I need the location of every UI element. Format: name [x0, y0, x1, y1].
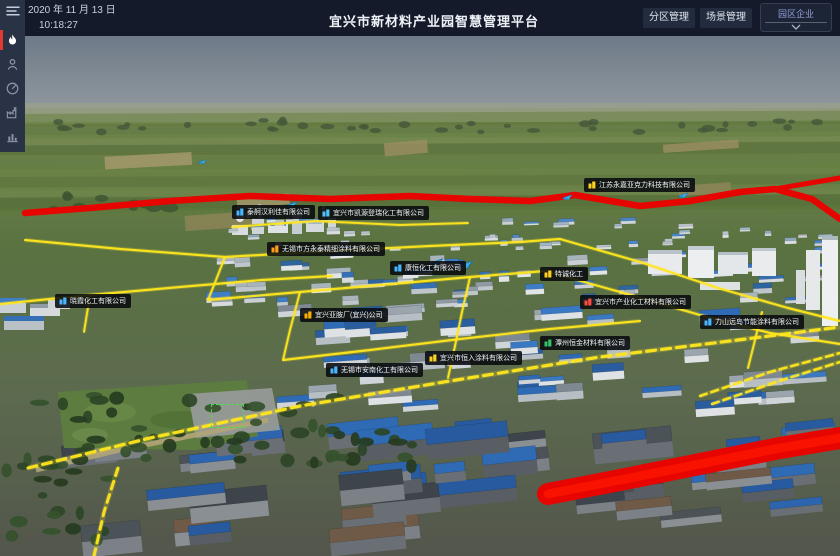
page-title: 宜兴市新材料产业园智慧管理平台 [329, 11, 539, 30]
company-icon [544, 339, 552, 347]
company-label[interactable]: 宜兴市凯源登瑞化工有限公司 [318, 206, 429, 220]
company-label[interactable]: 力山远岛节能涂料有限公司 [700, 315, 804, 329]
vehicle-marker[interactable] [562, 188, 573, 206]
sidebar-item-user[interactable] [0, 52, 25, 76]
sidebar-item-factory[interactable] [0, 100, 25, 124]
company-icon [584, 298, 592, 306]
plane-icon [678, 192, 689, 199]
company-label[interactable]: 康恒化工有限公司 [390, 261, 466, 275]
company-name: 宜兴市恒入涂料有限公司 [440, 355, 517, 362]
zone-management-button[interactable]: 分区管理 [643, 8, 695, 28]
company-icon [271, 245, 279, 253]
date-text: 2020 年 11 月 13 日 [28, 5, 116, 17]
company-label[interactable]: 特诚化工 [540, 267, 588, 281]
left-toolbar [0, 0, 25, 152]
company-name: 力山远岛节能涂料有限公司 [715, 319, 799, 326]
company-icon [304, 311, 312, 319]
sidebar-item-chart[interactable] [0, 124, 25, 148]
menu-button[interactable] [0, 0, 25, 22]
company-icon [588, 181, 596, 189]
sidebar-item-fire[interactable] [0, 28, 25, 52]
company-label[interactable]: 泰舸汉利佳有限公司 [232, 205, 315, 219]
company-icon [59, 297, 67, 305]
bar-chart-icon [5, 129, 20, 144]
company-label[interactable]: 宜兴市恒入涂料有限公司 [425, 351, 522, 365]
top-bar: 2020 年 11 月 13 日 10:18:27 宜兴市新材料产业园智慧管理平… [0, 0, 840, 36]
plane-icon [562, 194, 573, 201]
company-name: 无锡市安南化工有限公司 [341, 367, 418, 374]
company-label-layer: 泰舸汉利佳有限公司 宜兴市凯源登瑞化工有限公司无锡市方永泰精细涂料有限公司康恒化工… [0, 36, 840, 556]
company-icon [330, 366, 338, 374]
company-name: 江苏永嘉亚克力科技有限公司 [599, 182, 690, 189]
company-label[interactable]: 无锡市安南化工有限公司 [326, 363, 423, 377]
company-name: 晓霞化工有限公司 [70, 298, 126, 305]
user-icon [5, 57, 20, 72]
park-enterprise-dropdown[interactable]: 园区企业 [760, 3, 832, 32]
gauge-icon [5, 81, 20, 96]
chevron-down-icon [791, 24, 801, 30]
company-icon [429, 354, 437, 362]
datetime-display: 2020 年 11 月 13 日 10:18:27 [28, 5, 116, 32]
fire-icon [5, 33, 20, 48]
company-name: 康恒化工有限公司 [405, 265, 461, 272]
company-name: 宜兴市凯源登瑞化工有限公司 [333, 210, 424, 217]
company-label[interactable]: 宜兴亚胺厂(宜兴)公司 [300, 308, 388, 322]
company-label[interactable]: 潭州恒金材料有限公司 [540, 336, 630, 350]
dropdown-label: 园区企业 [761, 7, 831, 20]
company-label[interactable]: 宜兴市产业化工材料有限公司 [580, 295, 691, 309]
company-name: 宜兴亚胺厂(宜兴)公司 [315, 312, 383, 319]
sidebar-item-gauge[interactable] [0, 76, 25, 100]
dropdown-divider [765, 22, 827, 23]
company-icon [322, 209, 330, 217]
plane-icon [198, 159, 207, 165]
company-name: 宜兴市产业化工材料有限公司 [595, 299, 686, 306]
company-label[interactable]: 晓霞化工有限公司 [55, 294, 131, 308]
company-name: 潭州恒金材料有限公司 [555, 340, 625, 347]
scene-management-button[interactable]: 场景管理 [700, 8, 752, 28]
company-icon [394, 264, 402, 272]
selection-box [211, 404, 244, 428]
company-icon [544, 270, 552, 278]
company-icon [236, 208, 244, 216]
company-icon [704, 318, 712, 326]
company-name: 泰舸汉利佳有限公司 [247, 209, 310, 216]
factory-icon [5, 105, 20, 120]
company-name: 特诚化工 [555, 271, 583, 278]
vehicle-marker[interactable] [198, 152, 207, 170]
company-name: 无锡市方永泰精细涂料有限公司 [282, 246, 380, 253]
company-label[interactable]: 无锡市方永泰精细涂料有限公司 [267, 242, 385, 256]
company-label[interactable]: 江苏永嘉亚克力科技有限公司 [584, 178, 695, 192]
menu-icon [5, 3, 21, 19]
map-3d-view[interactable]: 泰舸汉利佳有限公司 宜兴市凯源登瑞化工有限公司无锡市方永泰精细涂料有限公司康恒化工… [0, 36, 840, 556]
time-text: 10:18:27 [39, 20, 116, 32]
